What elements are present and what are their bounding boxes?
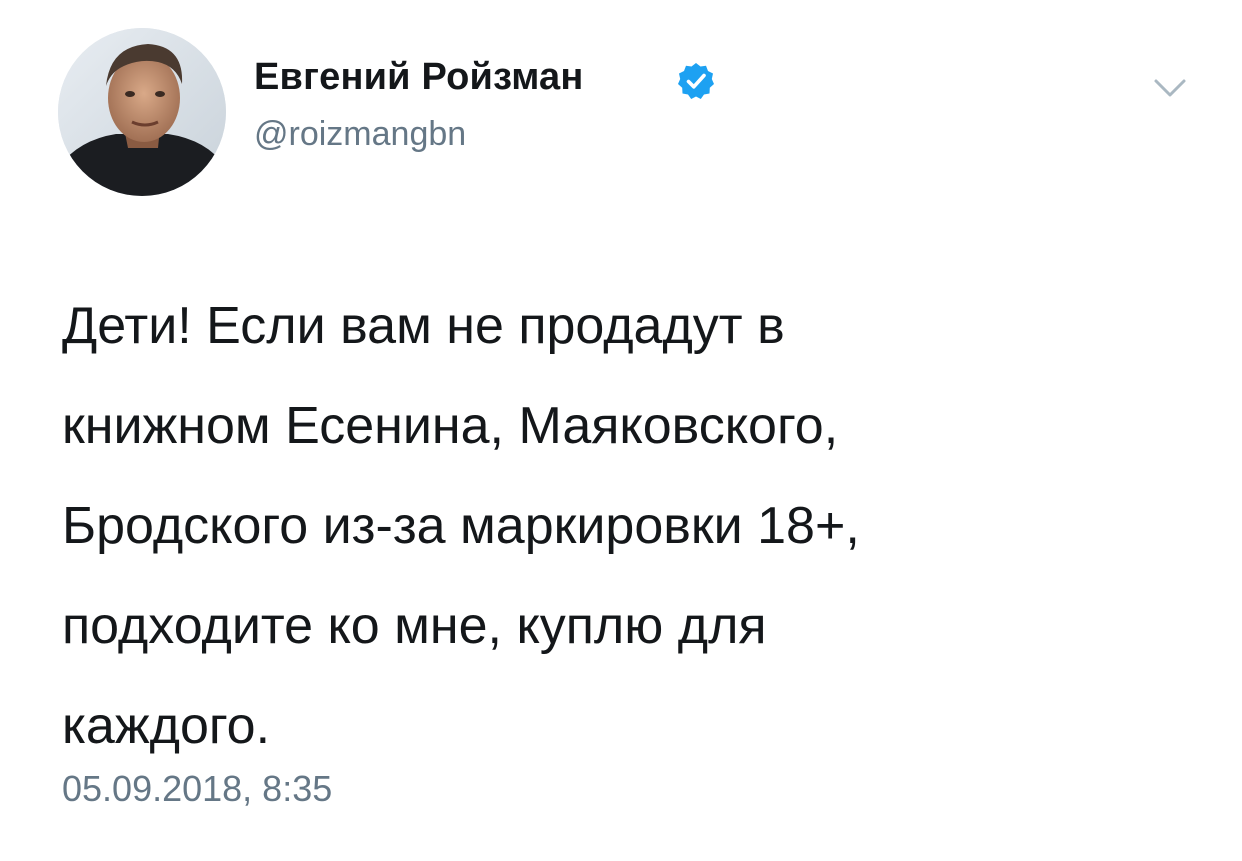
tweet-text: Дети! Если вам не продадут в книжном Есе… <box>62 276 1182 776</box>
display-name[interactable]: Евгений Ройзман <box>254 56 584 99</box>
tweet-text-line: Бродского из-за маркировки 18+, <box>62 497 860 555</box>
user-handle[interactable]: @roizmangbn <box>254 115 466 154</box>
tweet-timestamp[interactable]: 05.09.2018, 8:35 <box>62 768 332 810</box>
avatar-photo-icon <box>58 28 226 196</box>
tweet-text-line: каждого. <box>62 697 271 755</box>
user-avatar[interactable] <box>58 28 226 196</box>
chevron-down-icon[interactable] <box>1148 66 1192 110</box>
verified-badge-icon <box>678 63 714 99</box>
tweet-text-line: Дети! Если вам не продадут в <box>62 297 785 355</box>
tweet-text-line: книжном Есенина, Маяковского, <box>62 397 839 455</box>
tweet-card: Евгений Ройзман @roizmangbn Дети! Если в… <box>0 0 1242 861</box>
tweet-text-line: подходите ко мне, куплю для <box>62 597 767 655</box>
